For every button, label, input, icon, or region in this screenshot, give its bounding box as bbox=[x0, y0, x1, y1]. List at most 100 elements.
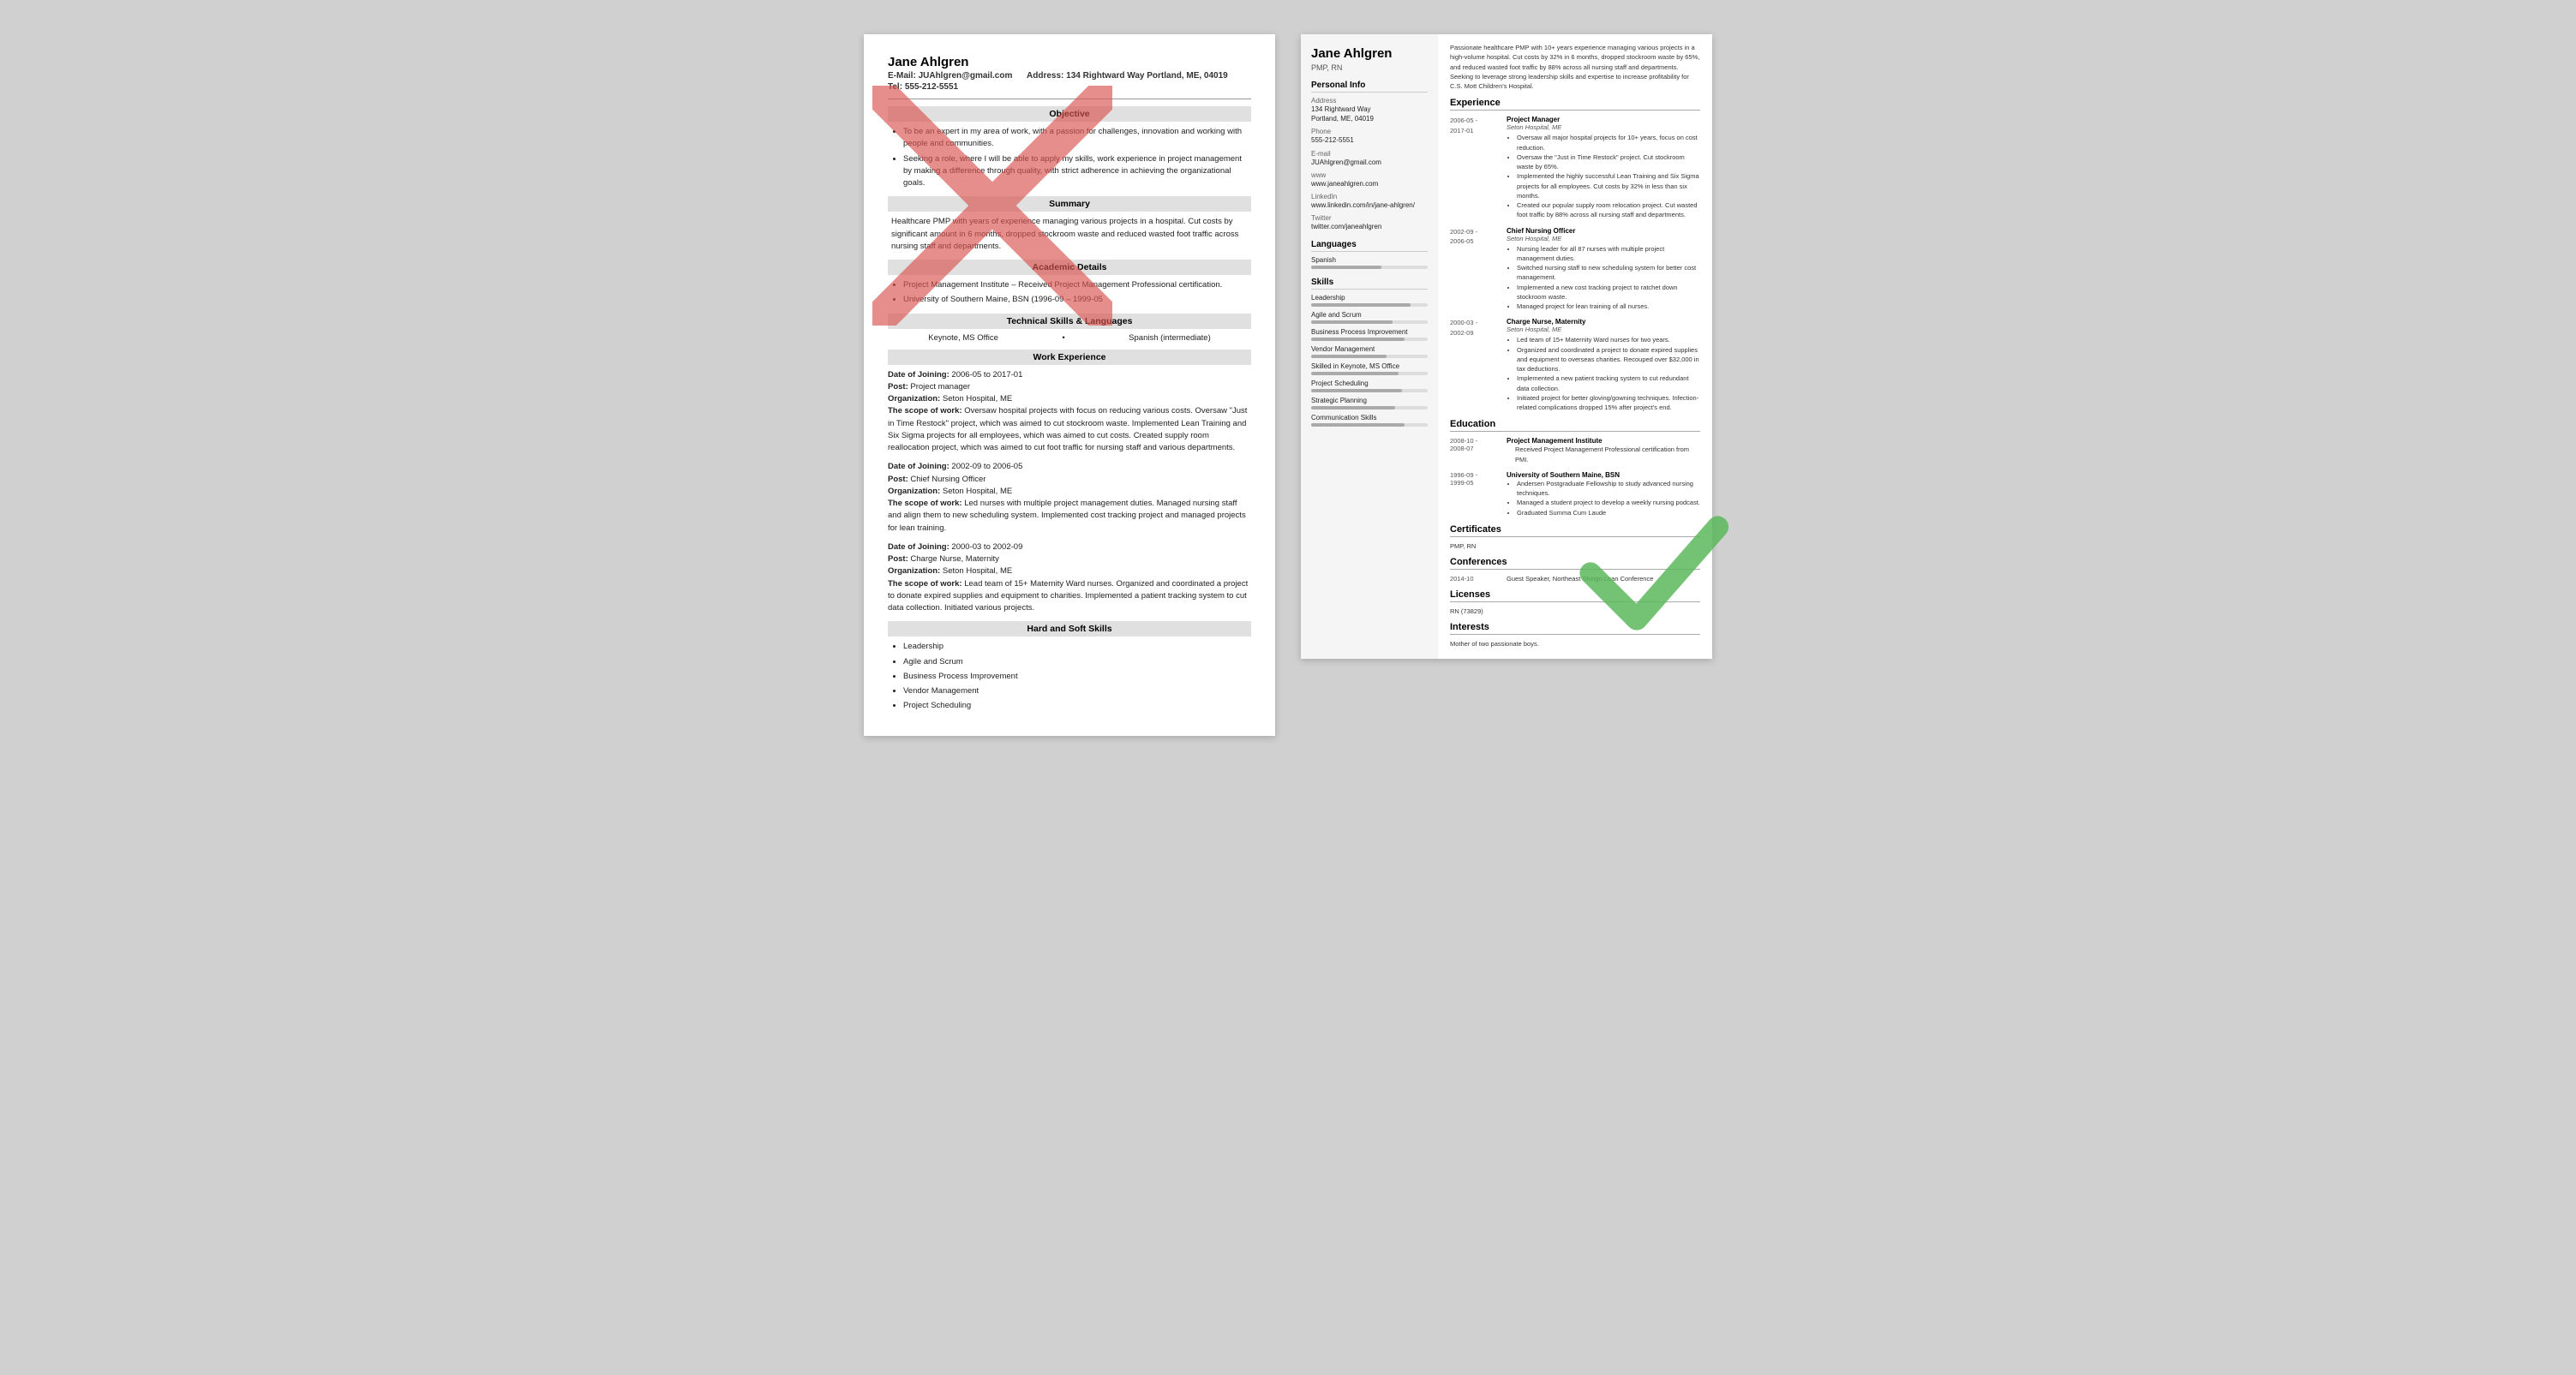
skill-name: Agile and Scrum bbox=[1311, 311, 1428, 319]
exp-bullets-3: Led team of 15+ Maternity Ward nurses fo… bbox=[1507, 335, 1700, 412]
conf-entry-1: 2014-10 Guest Speaker, Northeast Shingo … bbox=[1450, 575, 1700, 583]
skills-list: Leadership Agile and Scrum Business Proces… bbox=[1311, 294, 1428, 427]
exp-title-1: Project Manager bbox=[1507, 116, 1700, 123]
hard-soft-list: Leadership Agile and Scrum Business Proc… bbox=[888, 641, 1251, 712]
exp-org-1: Seton Hospital, ME bbox=[1507, 123, 1700, 131]
twitter-label: Twitter bbox=[1311, 214, 1428, 222]
www-label: www bbox=[1311, 171, 1428, 179]
work-entry-3: Date of Joining: 2000-03 to 2002-09 Post… bbox=[888, 541, 1251, 615]
list-item: Created our popular supply room relocati… bbox=[1517, 200, 1700, 220]
experience-section-title: Experience bbox=[1450, 98, 1700, 111]
bullet-separator: • bbox=[1062, 333, 1064, 343]
edu-dates-2: 1996-09 -1999-05 bbox=[1450, 471, 1500, 517]
skill-name: Project Scheduling bbox=[1311, 380, 1428, 387]
lang-bar-fill bbox=[1311, 266, 1381, 269]
lang-bar bbox=[1311, 266, 1428, 269]
skill-item: Strategic Planning bbox=[1311, 397, 1428, 410]
skill-bar-fill bbox=[1311, 389, 1402, 392]
lic-item-1: RN (73829) bbox=[1450, 607, 1700, 615]
linkedin-label: LinkedIn bbox=[1311, 193, 1428, 200]
edu-desc-1: Received Project Management Professional… bbox=[1507, 445, 1700, 464]
skill-bar-fill bbox=[1311, 372, 1399, 375]
edu-entry-2: 1996-09 -1999-05 University of Southern … bbox=[1450, 471, 1700, 517]
edu-entry-1: 2008-10 -2008-07 Project Management Inst… bbox=[1450, 437, 1700, 464]
exp-org-2: Seton Hospital, ME bbox=[1507, 235, 1700, 242]
skill-bar-fill bbox=[1311, 355, 1387, 358]
edu-name-2: University of Southern Maine, BSN bbox=[1507, 471, 1700, 479]
personal-info-section: Personal Info bbox=[1311, 81, 1428, 93]
conferences-section-title: Conferences bbox=[1450, 557, 1700, 570]
skill-item: Agile and Scrum bbox=[1311, 311, 1428, 324]
skill-bar bbox=[1311, 423, 1428, 427]
objective-header: Objective bbox=[888, 106, 1251, 122]
list-item: Led team of 15+ Maternity Ward nurses fo… bbox=[1517, 335, 1700, 344]
www-value: www.janeahlgren.com bbox=[1311, 179, 1428, 188]
skill-bar-fill bbox=[1311, 338, 1405, 341]
skill-item: Vendor Management bbox=[1311, 345, 1428, 358]
skill-name: Leadership bbox=[1311, 294, 1428, 302]
left-email: E-Mail: JUAhlgren@gmail.com Address: 134… bbox=[888, 71, 1251, 81]
right-sidebar: Jane Ahlgren PMP, RN Personal Info Addre… bbox=[1301, 34, 1438, 659]
edu-content-2: University of Southern Maine, BSN Anders… bbox=[1507, 471, 1700, 517]
exp-dates-1: 2006-05 -2017-01 bbox=[1450, 116, 1500, 219]
email-label: E-mail bbox=[1311, 150, 1428, 158]
list-item: Implemented a new cost tracking project … bbox=[1517, 283, 1700, 302]
skill-item: Communication Skills bbox=[1311, 414, 1428, 427]
list-item: Oversaw the "Just in Time Restock" proje… bbox=[1517, 152, 1700, 172]
list-item: University of Southern Maine, BSN (1996-… bbox=[903, 294, 1251, 306]
list-item: Oversaw all major hospital projects for … bbox=[1517, 133, 1700, 152]
skill-name: Vendor Management bbox=[1311, 345, 1428, 353]
exp-bullets-1: Oversaw all major hospital projects for … bbox=[1507, 133, 1700, 219]
skill-bar bbox=[1311, 338, 1428, 341]
list-item: Switched nursing staff to new scheduling… bbox=[1517, 263, 1700, 283]
list-item: Managed project for lean training of all… bbox=[1517, 302, 1700, 311]
skill-bar bbox=[1311, 303, 1428, 307]
objective-list: To be an expert in my area of work, with… bbox=[888, 126, 1251, 189]
resume-right: Jane Ahlgren PMP, RN Personal Info Addre… bbox=[1301, 34, 1712, 659]
skill-bar bbox=[1311, 389, 1428, 392]
skill-name: Communication Skills bbox=[1311, 414, 1428, 421]
list-item: Initiated project for better gloving/gow… bbox=[1517, 393, 1700, 413]
list-item: Leadership bbox=[903, 641, 1251, 653]
interests-section-title: Interests bbox=[1450, 622, 1700, 635]
list-item: Project Scheduling bbox=[903, 700, 1251, 712]
academic-header: Academic Details bbox=[888, 260, 1251, 275]
skill-item: Skilled in Keynote, MS Office bbox=[1311, 362, 1428, 375]
list-item: Seeking a role, where I will be able to … bbox=[903, 153, 1251, 190]
work-header: Work Experience bbox=[888, 350, 1251, 365]
phone-label: Phone bbox=[1311, 128, 1428, 135]
skill-bar bbox=[1311, 406, 1428, 410]
cert-item-1: PMP, RN bbox=[1450, 542, 1700, 550]
right-name: Jane Ahlgren bbox=[1311, 46, 1428, 62]
exp-content-1: Project Manager Seton Hospital, ME Overs… bbox=[1507, 116, 1700, 219]
interest-item-1: Mother of two passionate boys. bbox=[1450, 640, 1700, 648]
list-item: Vendor Management bbox=[903, 685, 1251, 697]
list-item: Project Management Institute – Received … bbox=[903, 279, 1251, 291]
skill-item: Leadership bbox=[1311, 294, 1428, 307]
exp-entry-3: 2000-03 -2002-09 Charge Nurse, Maternity… bbox=[1450, 318, 1700, 412]
skill-bar-fill bbox=[1311, 320, 1393, 324]
list-item: Managed a student project to develop a w… bbox=[1517, 498, 1700, 507]
email-value: JUAhlgren@gmail.com bbox=[1311, 158, 1428, 167]
list-item: Andersen Postgraduate Fellowship to stud… bbox=[1517, 479, 1700, 499]
skills-row: Keynote, MS Office • Spanish (intermedia… bbox=[888, 333, 1251, 343]
licenses-section-title: Licenses bbox=[1450, 589, 1700, 602]
skill-item: Business Process Improvement bbox=[1311, 328, 1428, 341]
skill-item: Project Scheduling bbox=[1311, 380, 1428, 392]
exp-entry-1: 2006-05 -2017-01 Project Manager Seton H… bbox=[1450, 116, 1700, 219]
exp-dates-2: 2002-09 -2006-05 bbox=[1450, 227, 1500, 312]
work-entry-2: Date of Joining: 2002-09 to 2006-05 Post… bbox=[888, 461, 1251, 535]
linkedin-value: www.linkedin.com/in/jane-ahlgren/ bbox=[1311, 200, 1428, 210]
skill-bar bbox=[1311, 372, 1428, 375]
academic-list: Project Management Institute – Received … bbox=[888, 279, 1251, 307]
exp-bullets-2: Nursing leader for all 87 nurses with mu… bbox=[1507, 244, 1700, 312]
skill-bar bbox=[1311, 355, 1428, 358]
conf-date-1: 2014-10 bbox=[1450, 575, 1500, 583]
exp-dates-3: 2000-03 -2002-09 bbox=[1450, 318, 1500, 412]
education-section-title: Education bbox=[1450, 419, 1700, 432]
edu-name-1: Project Management Institute bbox=[1507, 437, 1700, 445]
address-value: 134 Rightward WayPortland, ME, 04019 bbox=[1311, 105, 1428, 123]
exp-title-2: Chief Nursing Officer bbox=[1507, 227, 1700, 235]
exp-content-3: Charge Nurse, Maternity Seton Hospital, … bbox=[1507, 318, 1700, 412]
conf-title-1: Guest Speaker, Northeast Shingo Lean Con… bbox=[1507, 575, 1653, 583]
